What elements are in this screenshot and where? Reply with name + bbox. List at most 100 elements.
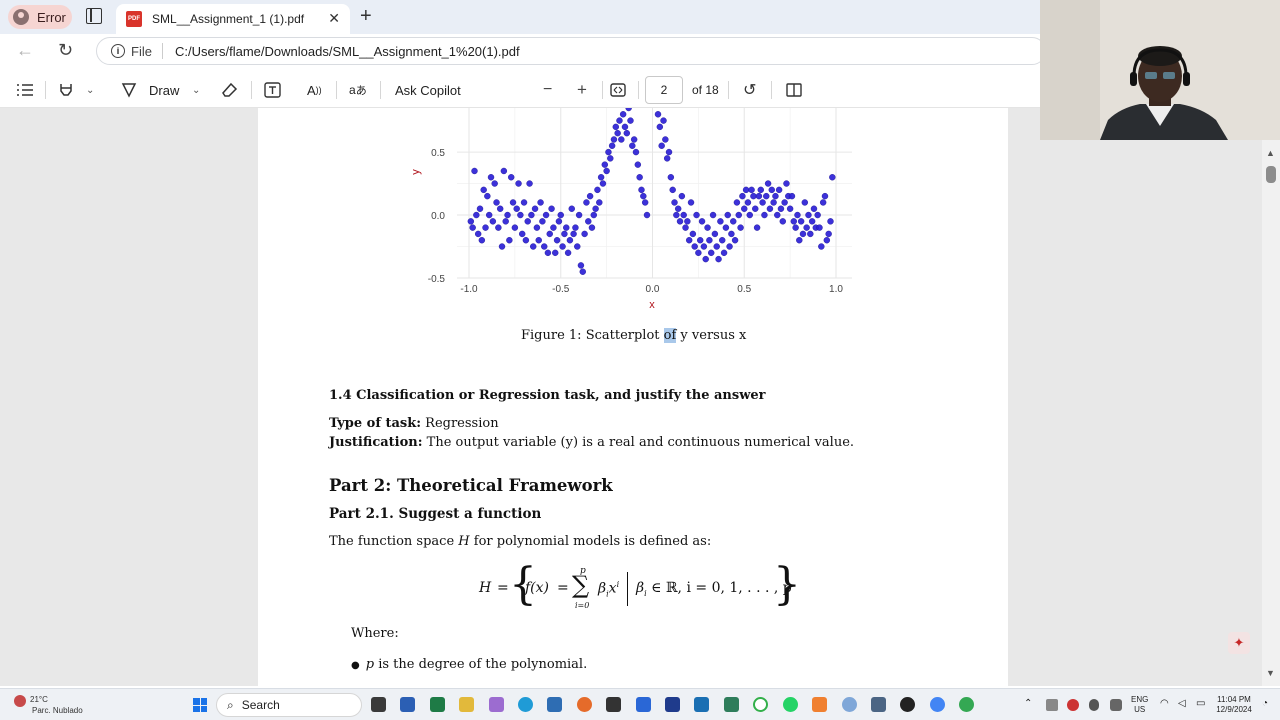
app-icon[interactable]: [489, 697, 504, 712]
wifi-icon[interactable]: ◠: [1160, 699, 1169, 709]
data-point: [739, 192, 746, 200]
data-point: [786, 205, 794, 212]
scatter-chart: -1.0 -0.5 0.0 0.5 1.0 -0.5 0.0 0.5 x y: [410, 108, 852, 311]
chevron-down-icon[interactable]: ⌄: [86, 80, 94, 100]
ask-copilot-button[interactable]: Ask Copilot: [395, 80, 461, 100]
word-icon[interactable]: [400, 697, 415, 712]
translate-icon[interactable]: aあ: [349, 80, 367, 100]
tray-chevron-icon[interactable]: ⌃: [1024, 699, 1032, 709]
app-icon-6[interactable]: [900, 697, 915, 712]
data-point: [693, 211, 700, 219]
scrollbar-thumb[interactable]: [1266, 166, 1276, 183]
data-point: [630, 136, 638, 143]
close-icon[interactable]: ✕: [328, 10, 340, 27]
data-point: [731, 237, 739, 244]
pdf-viewer[interactable]: -1.0 -0.5 0.0 0.5 1.0 -0.5 0.0 0.5 x y Figure 1…: [0, 108, 1280, 686]
zoom-in-button[interactable]: +: [577, 80, 587, 100]
data-point: [577, 262, 585, 269]
microphone-icon[interactable]: [1089, 699, 1099, 711]
data-point: [698, 218, 706, 225]
terminal-icon[interactable]: [606, 697, 621, 712]
data-point: [610, 136, 618, 143]
eq-equals-2: =: [557, 580, 569, 596]
acrobat-icon[interactable]: ✦: [1228, 632, 1250, 654]
whatsapp-icon[interactable]: [783, 697, 798, 712]
file-explorer-icon[interactable]: [459, 697, 474, 712]
language-indicator[interactable]: ENG US: [1131, 695, 1148, 715]
tab-active[interactable]: PDF SML__Assignment_1 (1).pdf ✕: [116, 4, 350, 34]
windows-start-icon[interactable]: [193, 698, 207, 712]
battery-icon[interactable]: ▭: [1196, 699, 1205, 709]
chrome-icon[interactable]: [930, 697, 945, 712]
app-icon-2[interactable]: [724, 697, 739, 712]
eq-condition: βi ∈ ℝ, i = 0, 1, . . . , p: [636, 580, 792, 598]
new-tab-button[interactable]: +: [360, 5, 372, 27]
fit-page-icon[interactable]: [610, 80, 626, 100]
rotate-icon[interactable]: ↺: [743, 80, 756, 100]
text-box-icon[interactable]: [264, 80, 281, 100]
info-icon[interactable]: i: [111, 44, 125, 58]
reload-icon[interactable]: ↻: [58, 40, 73, 61]
data-point: [704, 224, 711, 231]
profile-button[interactable]: Error: [8, 5, 72, 29]
tray-icon-1[interactable]: [1046, 699, 1058, 711]
data-point: [775, 186, 783, 194]
scroll-up-icon[interactable]: ▲: [1266, 148, 1275, 158]
data-point: [528, 211, 535, 219]
notification-icon[interactable]: ◔: [1262, 699, 1268, 709]
dropbox-icon[interactable]: [636, 697, 651, 712]
chrome-icon-2[interactable]: [959, 697, 974, 712]
toolbar-divider: [251, 81, 252, 99]
read-aloud-icon[interactable]: A)): [307, 80, 322, 100]
app-icon-3[interactable]: [753, 697, 768, 712]
zoom-out-button[interactable]: −: [543, 80, 552, 100]
tab-actions-icon[interactable]: [86, 8, 102, 24]
calculator-icon[interactable]: [694, 697, 709, 712]
scroll-down-icon[interactable]: ▼: [1266, 668, 1275, 678]
page-view-icon[interactable]: [786, 80, 802, 100]
back-icon[interactable]: ←: [16, 40, 34, 61]
function-space-line: The function space H for polynomial mode…: [329, 534, 711, 549]
data-point: [607, 155, 614, 162]
justification-label: Justification:: [329, 435, 423, 450]
excel-icon[interactable]: [430, 697, 445, 712]
volume-icon[interactable]: ◁: [1178, 699, 1186, 709]
weather-widget[interactable]: 21°C Parc. Nublado: [14, 693, 83, 716]
data-point: [555, 218, 563, 225]
r-icon[interactable]: [842, 697, 857, 712]
bullet-icon: ●: [351, 660, 360, 671]
eq-sum-lower: i=0: [575, 601, 590, 610]
page-total: of 18: [692, 83, 719, 97]
data-point: [719, 237, 726, 244]
eraser-icon[interactable]: [222, 80, 238, 100]
outlook-icon[interactable]: [547, 697, 562, 712]
taskbar-search[interactable]: ⌕ Search: [216, 693, 362, 717]
caption-highlight[interactable]: of: [663, 328, 677, 343]
vertical-scrollbar[interactable]: ▲ ▼: [1262, 108, 1280, 686]
chevron-down-icon[interactable]: ⌄: [192, 80, 200, 100]
data-point: [619, 111, 627, 118]
eq-x-sup: i: [616, 580, 620, 589]
highlight-icon[interactable]: [58, 80, 74, 100]
y-tick-label: -0.5: [428, 274, 446, 285]
tab-strip: Error PDF SML__Assignment_1 (1).pdf ✕ +: [0, 0, 1040, 34]
data-point: [684, 218, 691, 225]
tray-icon-3[interactable]: [1110, 699, 1122, 711]
page-number-input[interactable]: 2: [645, 76, 683, 104]
section-heading-1-4: 1.4 Classification or Regression task, a…: [329, 388, 766, 403]
data-point: [524, 218, 531, 225]
weather-icon: [14, 695, 26, 707]
data-point: [641, 199, 649, 206]
edge-icon[interactable]: [518, 697, 533, 712]
url-field[interactable]: i File C:/Users/flame/Downloads/SML__Ass…: [96, 37, 1046, 65]
firefox-icon[interactable]: [577, 697, 592, 712]
tray-icon-2[interactable]: [1067, 699, 1079, 711]
task-view-icon[interactable]: [371, 697, 386, 712]
eq-cond-beta: β: [636, 580, 645, 596]
draw-button[interactable]: Draw: [121, 80, 179, 100]
app-icon-5[interactable]: [871, 697, 886, 712]
clock[interactable]: 11:04 PM 12/9/2024: [1214, 695, 1254, 715]
app-icon-4[interactable]: [812, 697, 827, 712]
app-b-icon[interactable]: [665, 697, 680, 712]
contents-icon[interactable]: [16, 80, 34, 100]
